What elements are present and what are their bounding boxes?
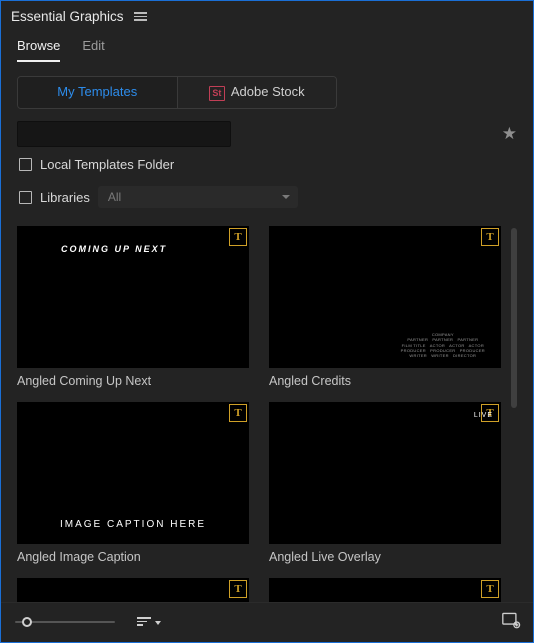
template-card[interactable]: T	[269, 578, 501, 602]
typekit-badge-icon: T	[229, 228, 247, 246]
search-row: ★	[17, 121, 517, 147]
typekit-badge-icon: T	[481, 228, 499, 246]
panel-header: Essential Graphics	[1, 1, 533, 30]
tab-edit[interactable]: Edit	[82, 34, 104, 62]
local-templates-label: Local Templates Folder	[40, 157, 174, 172]
template-thumbnail: T IMAGE CAPTION HERE	[17, 402, 249, 544]
panel-menu-icon[interactable]	[134, 12, 147, 21]
search-wrap	[17, 121, 492, 147]
libraries-select[interactable]: All	[98, 186, 298, 208]
template-card[interactable]: T LIVE Angled Live Overlay	[269, 402, 501, 564]
panel-title: Essential Graphics	[11, 9, 124, 24]
grid-scrollbar[interactable]	[511, 226, 517, 602]
favorites-star-icon[interactable]: ★	[502, 124, 517, 144]
template-thumbnail: T	[17, 578, 249, 602]
source-tab-adobe-stock-label: Adobe Stock	[231, 84, 305, 99]
template-thumbnail: T COMING UP NEXT	[17, 226, 249, 368]
typekit-badge-icon: T	[229, 404, 247, 422]
template-thumbnail: T	[269, 578, 501, 602]
template-thumbnail: T LIVE	[269, 402, 501, 544]
source-tabs: My Templates St Adobe Stock	[17, 76, 337, 109]
template-card[interactable]: T COMPANYPARTNER PARTNER PARTNERFILM TIT…	[269, 226, 501, 388]
thumbnail-text: COMPANYPARTNER PARTNER PARTNERFILM TITLE…	[401, 332, 485, 358]
template-card[interactable]: T IMAGE CAPTION HERE Angled Image Captio…	[17, 402, 249, 564]
filter-local-row: Local Templates Folder	[17, 147, 517, 176]
scrollbar-thumb[interactable]	[511, 228, 517, 408]
source-tab-my-templates[interactable]: My Templates	[18, 77, 177, 108]
template-label: Angled Live Overlay	[269, 550, 501, 564]
templates-area: T COMING UP NEXT Angled Coming Up Next T…	[17, 226, 517, 602]
tab-browse[interactable]: Browse	[17, 34, 60, 62]
essential-graphics-panel: Essential Graphics Browse Edit My Templa…	[0, 0, 534, 643]
template-card[interactable]: T COMING UP NEXT Angled Coming Up Next	[17, 226, 249, 388]
adobe-stock-icon: St	[209, 86, 225, 101]
new-item-icon[interactable]	[501, 611, 521, 632]
panel-tabs: Browse Edit	[1, 30, 533, 62]
search-input[interactable]	[17, 121, 231, 147]
sort-menu-icon[interactable]	[137, 617, 161, 626]
browse-content: My Templates St Adobe Stock ★ Local Templ…	[1, 62, 533, 602]
libraries-label: Libraries	[40, 190, 90, 205]
thumbnail-text: IMAGE CAPTION HERE	[60, 519, 206, 530]
template-card[interactable]: T	[17, 578, 249, 602]
template-label: Angled Credits	[269, 374, 501, 388]
thumbnail-zoom-slider[interactable]	[15, 616, 115, 628]
templates-grid: T COMING UP NEXT Angled Coming Up Next T…	[17, 226, 505, 602]
libraries-checkbox[interactable]	[19, 191, 32, 204]
filter-libraries-row: Libraries All	[17, 176, 517, 212]
bottom-left-controls	[15, 616, 161, 628]
thumbnail-text: COMING UP NEXT	[61, 244, 167, 254]
template-label: Angled Coming Up Next	[17, 374, 249, 388]
typekit-badge-icon: T	[229, 580, 247, 598]
template-label: Angled Image Caption	[17, 550, 249, 564]
thumbnail-text: LIVE	[474, 412, 493, 419]
template-thumbnail: T COMPANYPARTNER PARTNER PARTNERFILM TIT…	[269, 226, 501, 368]
libraries-select-value: All	[108, 190, 121, 204]
local-templates-checkbox[interactable]	[19, 158, 32, 171]
typekit-badge-icon: T	[481, 580, 499, 598]
source-tab-adobe-stock[interactable]: St Adobe Stock	[177, 77, 337, 108]
bottom-bar	[1, 602, 533, 642]
